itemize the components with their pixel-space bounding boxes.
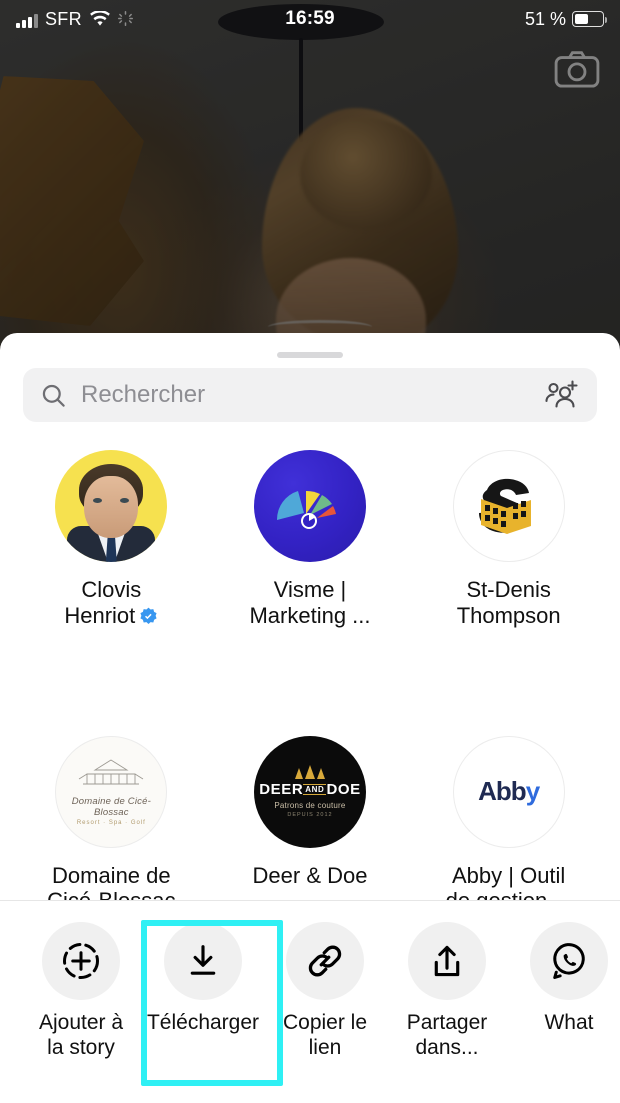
contact-name-line2: Henriot (64, 602, 136, 628)
domaine-building-icon (79, 759, 144, 785)
abby-logo-avatar[interactable]: Abby (452, 735, 565, 848)
whatsapp-icon (553, 943, 585, 979)
add-people-icon[interactable] (544, 379, 580, 411)
contact-name: Deer & Doe (253, 863, 368, 889)
share-icon (434, 945, 460, 977)
contact-name-line1: Abby | Outil (452, 862, 566, 888)
domaine-logo-subtitle: Resort · Spa · Golf (76, 820, 146, 826)
abby-logo-text: Abb (478, 776, 527, 806)
contact-name-line1: Domaine de (52, 862, 171, 888)
action-circle[interactable] (530, 922, 608, 1000)
contact-item[interactable]: Clovis Henriot (12, 450, 211, 706)
action-label-line1: Ajouter à (38, 1011, 124, 1034)
action-whatsapp[interactable]: What (508, 922, 620, 1036)
share-actions-bar: Ajouter à la story Télécharger Copier le… (0, 900, 620, 1103)
portrait-art (65, 458, 157, 562)
clock-label: 16:59 (285, 8, 335, 29)
contact-name: Visme | Marketing ... (249, 577, 370, 629)
deer-logo-art: DEER AND DOE Patrons de couture DEPUIS 201… (259, 765, 361, 818)
battery-fill (574, 13, 589, 25)
action-label-line1: Copier le lien (282, 1011, 368, 1059)
action-copy-link[interactable]: Copier le lien (264, 922, 386, 1061)
abby-logo-art: Abby (478, 776, 541, 807)
action-label: Télécharger (147, 1011, 259, 1036)
search-input[interactable] (81, 381, 530, 409)
action-label-line2: la story (47, 1035, 115, 1059)
domaine-de-cice-blossac-logo-avatar[interactable]: Domaine de Cicé-Blossac Resort · Spa · G… (55, 735, 168, 848)
st-denis-thompson-logo-avatar[interactable] (452, 450, 565, 562)
action-label: Ajouter à la story (39, 1011, 123, 1061)
action-circle[interactable] (286, 922, 364, 1000)
action-label-line1: Télécharger (146, 1011, 260, 1034)
portrait-eye-left (93, 498, 103, 503)
camera-icon[interactable] (554, 50, 600, 88)
battery-icon (572, 11, 608, 27)
portrait-eye-right (120, 498, 130, 503)
add-to-story-icon (63, 943, 99, 979)
contact-item[interactable]: Visme | Marketing ... (211, 450, 410, 706)
visme-logo-art (276, 490, 336, 529)
download-icon (190, 945, 216, 975)
deer-logo-and: AND (303, 784, 327, 795)
action-label-line2: dans... (415, 1035, 479, 1059)
action-label: Copier le lien (264, 1011, 386, 1061)
action-label: Partager dans... (407, 1011, 488, 1061)
deer-logo-title: DEER AND DOE (259, 781, 361, 798)
deer-logo-word1: DEER (259, 781, 304, 798)
contact-name-line1: Visme | (273, 577, 347, 602)
action-circle[interactable] (164, 922, 242, 1000)
deer-trees-icon (259, 765, 361, 779)
search-bar[interactable] (23, 368, 597, 422)
contact-item[interactable]: St-Denis Thompson (409, 450, 608, 706)
contact-name-line2: Marketing ... (249, 602, 371, 628)
domaine-logo-name: Domaine de Cicé-Blossac (71, 796, 151, 818)
contact-name-line1: Deer & Doe (252, 862, 368, 888)
deer-and-doe-logo-avatar[interactable]: DEER AND DOE Patrons de couture DEPUIS 201… (253, 735, 366, 848)
deer-logo-word2: DOE (326, 781, 361, 798)
action-add-to-story[interactable]: Ajouter à la story (20, 922, 142, 1061)
clovis-portrait-avatar[interactable] (55, 450, 168, 562)
phone-screen: SFR 16:59 51 % Rechercher Clovis Henriot… (0, 0, 620, 1103)
action-circle[interactable] (408, 922, 486, 1000)
abby-logo-accent: y (525, 776, 541, 806)
contact-name-line1: St-Denis (466, 577, 551, 602)
search-section (0, 358, 620, 422)
deer-logo-since: DEPUIS 2012 (287, 812, 333, 818)
action-label: What (544, 1011, 593, 1036)
action-share-to[interactable]: Partager dans... (386, 922, 508, 1061)
deer-logo-subtitle: Patrons de couture (274, 801, 346, 810)
st-denis-thompson-logo-art (478, 478, 531, 534)
link-icon (308, 945, 342, 977)
contact-name-line2: Thompson (456, 602, 561, 628)
contact-name: Clovis Henriot (64, 577, 158, 629)
portrait-face (84, 476, 139, 538)
search-icon (42, 384, 65, 407)
status-bar: SFR 16:59 51 % (0, 0, 620, 38)
visme-logo-avatar[interactable] (253, 450, 366, 562)
domaine-logo-art: Domaine de Cicé-Blossac Resort · Spa · G… (56, 757, 166, 826)
action-circle[interactable] (42, 922, 120, 1000)
contact-name: St-Denis Thompson (457, 577, 561, 629)
action-label-line1: What (544, 1011, 594, 1034)
verified-badge-icon (140, 607, 157, 624)
action-download[interactable]: Télécharger (142, 922, 264, 1036)
action-label-line1: Partager (406, 1011, 488, 1034)
contact-name-line1: Clovis (81, 577, 142, 602)
